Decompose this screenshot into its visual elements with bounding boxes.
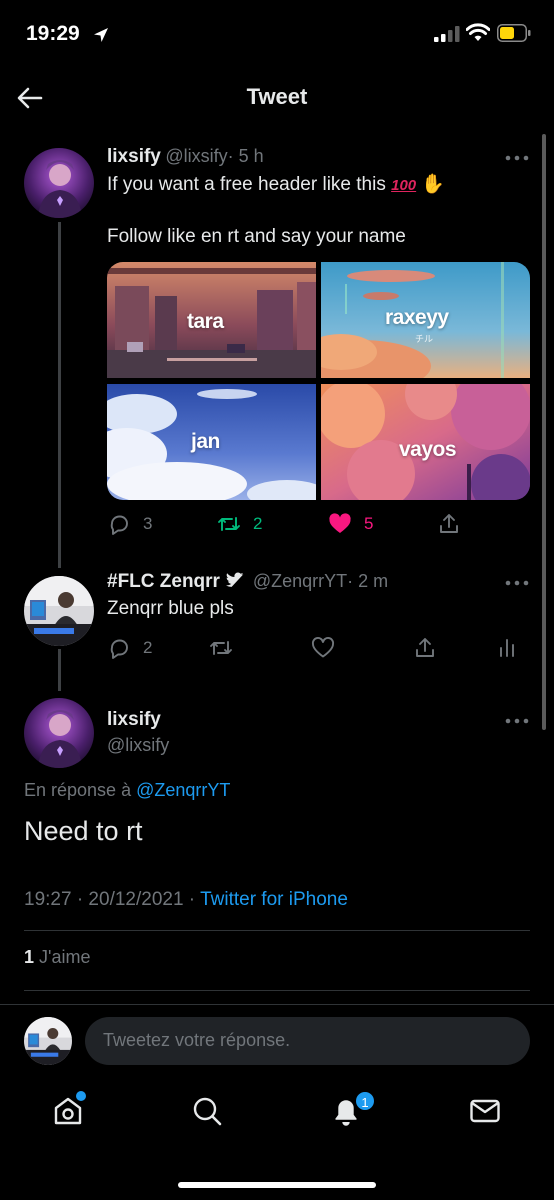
author-handle[interactable]: @ZenqrrYT	[253, 571, 347, 591]
analytics-icon	[500, 639, 514, 657]
status-bar: 19:29	[0, 0, 554, 70]
share-button[interactable]	[413, 633, 437, 663]
avatar[interactable]	[24, 148, 94, 218]
like-count: 5	[364, 514, 374, 533]
author-name[interactable]: #FLC Zenqrr	[107, 571, 220, 592]
retweet-count: 2	[253, 514, 263, 533]
reply-to-link[interactable]: @ZenqrrYT	[136, 780, 230, 800]
reply-composer: Tweetez votre réponse.	[0, 1004, 554, 1076]
tweet-text: Zenqrr blue pls	[107, 598, 234, 619]
tweet-actions: 3 2 5	[107, 509, 527, 539]
page-title: Tweet	[246, 84, 308, 109]
status-time: 19:29	[26, 22, 80, 45]
signal-icon	[434, 26, 460, 42]
share-icon	[440, 514, 458, 533]
search-icon[interactable]	[190, 1094, 224, 1128]
location-arrow-icon	[94, 28, 108, 42]
retweet-icon	[210, 641, 232, 655]
likes-label: J'aime	[34, 947, 91, 967]
reply-button[interactable]: 3	[107, 509, 152, 539]
notification-badge: 1	[354, 1090, 376, 1112]
reply-input[interactable]: Tweetez votre réponse.	[85, 1017, 530, 1065]
tweet-source-link[interactable]: Twitter for iPhone	[200, 889, 348, 910]
wifi-icon	[466, 23, 490, 41]
raised-hand-emoji-icon: ✋	[421, 174, 446, 195]
scrollbar[interactable]	[542, 134, 546, 730]
twitter-bird-icon	[226, 572, 244, 587]
tweet-meta: 19:27 · 20/12/2021 · Twitter for iPhone	[24, 889, 348, 911]
share-button[interactable]	[437, 509, 461, 539]
author-name[interactable]: lixsify	[107, 709, 161, 731]
likes-count: 1	[24, 947, 35, 967]
tweet-text-line2: Follow like en rt and say your name	[107, 226, 406, 247]
tweet-timestamp: 19:27 · 20/12/2021 ·	[24, 889, 201, 910]
tweet-actions: 2	[107, 633, 527, 663]
retweet-button[interactable]: 2	[217, 509, 262, 539]
retweet-button[interactable]	[209, 633, 233, 663]
author-handle[interactable]: @lixsify	[107, 735, 169, 756]
media-image-jan[interactable]: jan	[107, 384, 316, 500]
more-options-icon[interactable]	[505, 580, 529, 586]
tweet-text: If you want a free header like this 100 …	[107, 172, 527, 199]
author-handle[interactable]: @lixsify	[165, 146, 227, 166]
reply-icon	[110, 515, 128, 535]
reply-icon	[110, 639, 128, 659]
home-unread-dot	[76, 1091, 86, 1101]
media-image-raxeyy[interactable]: raxeyy チル	[321, 262, 530, 378]
retweet-icon	[218, 517, 240, 531]
tweet-main-text: Need to rt	[24, 816, 143, 846]
tweet-header: #FLC Zenqrr @ZenqrrYT· 2 m	[107, 571, 388, 593]
nav-bar: Tweet	[0, 70, 554, 126]
more-options-icon[interactable]	[505, 718, 529, 724]
tweet-header: lixsify @lixsify· 5 h	[107, 146, 264, 168]
media-grid: tara raxeyy チル jan vayos	[107, 262, 530, 500]
avatar[interactable]	[24, 698, 94, 768]
heart-filled-icon	[329, 513, 351, 533]
more-options-icon[interactable]	[505, 155, 529, 161]
home-indicator[interactable]	[178, 1182, 376, 1188]
hundred-emoji-icon: 100	[391, 177, 417, 194]
avatar[interactable]	[24, 576, 94, 646]
media-label: vayos	[399, 438, 457, 461]
media-image-vayos[interactable]: vayos	[321, 384, 530, 500]
thread-line	[58, 222, 61, 568]
heart-outline-icon	[311, 637, 335, 658]
battery-icon	[497, 24, 531, 42]
messages-envelope-icon[interactable]	[468, 1094, 502, 1128]
reply-button[interactable]: 2	[107, 633, 152, 663]
avatar	[24, 1017, 72, 1065]
analytics-button[interactable]	[495, 633, 519, 663]
reply-context: En réponse à @ZenqrrYT	[24, 780, 230, 801]
reply-count: 2	[143, 638, 153, 657]
media-label: jan	[191, 430, 220, 453]
like-button[interactable]: 5	[328, 509, 373, 539]
tweet-text-body: If you want a free header like this	[107, 174, 386, 195]
reply-prefix: En réponse à	[24, 780, 137, 800]
tweet-time: · 2 m	[347, 571, 389, 591]
author-name[interactable]: lixsify	[107, 146, 161, 167]
share-icon	[416, 638, 434, 657]
reply-count: 3	[143, 514, 153, 533]
thread-line	[58, 649, 61, 691]
like-button[interactable]	[311, 633, 335, 663]
divider	[24, 930, 530, 931]
media-image-tara[interactable]: tara	[107, 262, 316, 378]
likes-summary[interactable]: 1 J'aime	[24, 947, 90, 968]
media-label: tara	[187, 310, 224, 333]
media-sublabel: チル	[415, 334, 434, 344]
tweet-time: · 5 h	[227, 146, 264, 166]
divider	[24, 990, 530, 991]
media-label: raxeyy	[385, 306, 449, 329]
